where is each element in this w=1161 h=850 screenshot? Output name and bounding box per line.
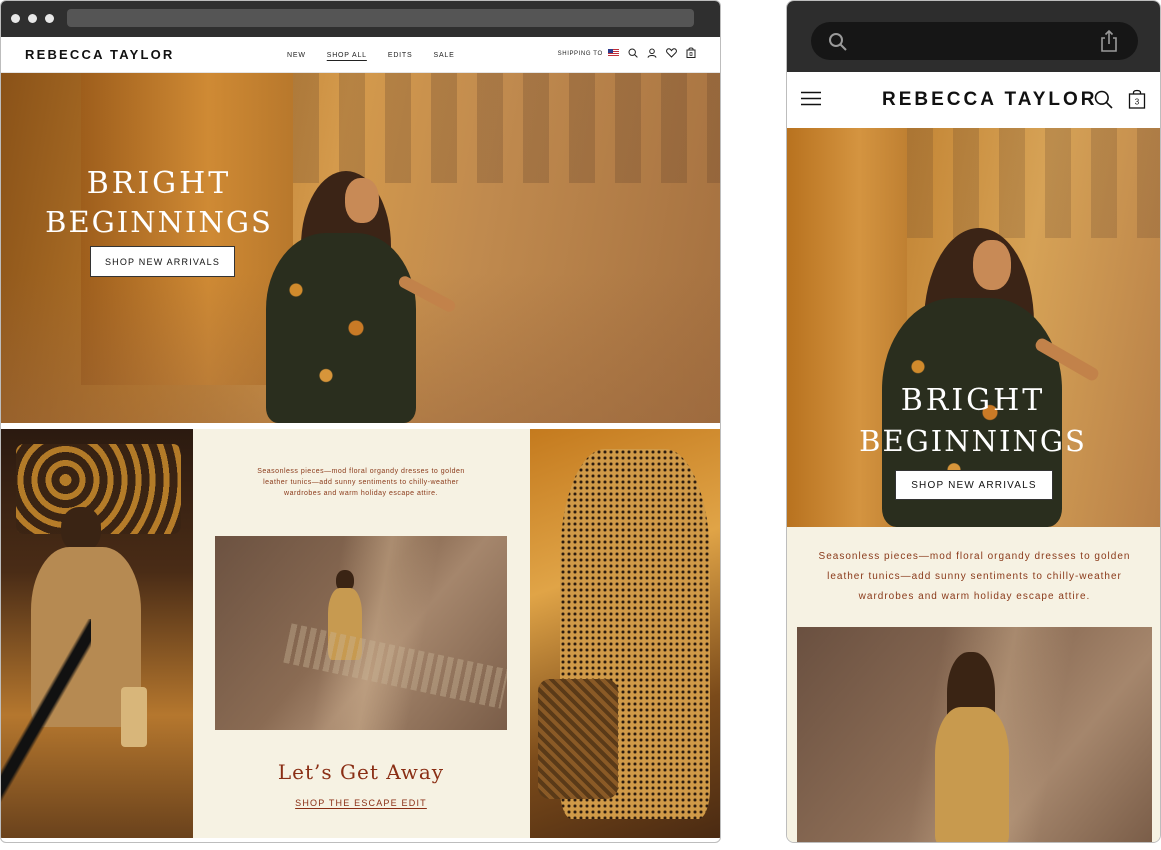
model-dress-image [935, 707, 1009, 842]
hero-title-line1: BRIGHT [86, 166, 232, 201]
cart-bag-icon[interactable]: 3 [1128, 89, 1146, 114]
hero-banner: BRIGHT BEGINNINGS SHOP NEW ARRIVALS [1, 73, 720, 423]
escape-edit-section: Seasonless pieces—mod floral organdy dre… [1, 429, 720, 838]
window-minimize-dot[interactable] [28, 14, 37, 23]
shop-new-arrivals-button[interactable]: SHOP NEW ARRIVALS [895, 470, 1053, 500]
hero-title: BRIGHT BEGINNINGS [31, 165, 287, 241]
window-maximize-dot[interactable] [45, 14, 54, 23]
background-arches [293, 73, 720, 183]
header-utilities: SHIPPING TO [558, 47, 696, 58]
shipping-selector[interactable]: SHIPPING TO [557, 48, 619, 57]
cart-count-badge: 3 [1135, 98, 1140, 107]
feature-title: Let’s Get Away [277, 760, 445, 784]
mobile-feature-section: Seasonless pieces—mod floral organdy dre… [787, 527, 1160, 842]
feature-description: Seasonless pieces—mod floral organdy dre… [818, 551, 1131, 602]
hero-title-line2: BEGINNINGS [45, 205, 273, 239]
nav-item-edits[interactable]: EDITS [388, 52, 413, 59]
mobile-address-bar[interactable] [811, 22, 1138, 60]
model-head-image [61, 507, 101, 552]
desktop-browser-mockup: REBECCA TAYLOR NEW SHOP ALL EDITS SALE S… [0, 0, 721, 843]
browser-chrome [1, 1, 720, 37]
share-icon[interactable] [1100, 29, 1118, 58]
shop-new-arrivals-button[interactable]: SHOP NEW ARRIVALS [90, 246, 235, 277]
stair-railing-image [1, 619, 91, 838]
window-close-dot[interactable] [11, 14, 20, 23]
dress-closeup-image[interactable] [530, 429, 720, 838]
walking-model-image[interactable] [215, 536, 507, 730]
account-icon[interactable] [647, 48, 657, 58]
mobile-site-header: REBECCA TAYLOR 3 [787, 72, 1160, 128]
mobile-hero-banner: BRIGHT BEGINNINGS SHOP NEW ARRIVALS [787, 128, 1160, 527]
mobile-browser-mockup: REBECCA TAYLOR 3 BRIGHT BEGINNINGS SHOP … [786, 0, 1161, 843]
woven-basket-image [538, 679, 618, 799]
nav-item-sale[interactable]: SALE [433, 52, 454, 59]
mobile-browser-chrome [787, 1, 1160, 72]
hero-title: BRIGHT BEGINNINGS [845, 381, 1101, 461]
model-floral-dress-image [266, 233, 416, 423]
model-face-image [973, 240, 1011, 290]
background-arches [907, 128, 1160, 238]
search-icon[interactable] [628, 47, 638, 58]
hero-title-line2: BEGINNINGS [859, 424, 1087, 458]
walking-model-image[interactable] [797, 627, 1152, 842]
hero-title-line1: BRIGHT [900, 383, 1046, 418]
nav-item-shop-all[interactable]: SHOP ALL [327, 52, 367, 59]
address-bar[interactable] [67, 9, 694, 27]
hamburger-menu-icon[interactable] [801, 91, 821, 111]
model-face-image [345, 178, 379, 223]
main-nav: NEW SHOP ALL EDITS SALE [287, 52, 455, 59]
shipping-label: SHIPPING TO [557, 50, 603, 57]
feature-description: Seasonless pieces—mod floral organdy dre… [257, 468, 465, 497]
nav-item-new[interactable]: NEW [287, 52, 306, 59]
shop-escape-edit-link[interactable]: SHOP THE ESCAPE EDIT [215, 798, 507, 808]
woven-basket-image [121, 687, 147, 747]
search-icon[interactable] [1094, 90, 1113, 114]
search-icon[interactable] [828, 32, 848, 57]
cart-bag-icon[interactable] [686, 47, 696, 58]
staircase-model-image[interactable] [1, 429, 193, 838]
wishlist-heart-icon[interactable] [666, 47, 677, 58]
site-header: REBECCA TAYLOR NEW SHOP ALL EDITS SALE S… [1, 37, 720, 73]
flag-icon [608, 48, 619, 56]
brand-logo[interactable]: REBECCA TAYLOR [882, 89, 1097, 111]
brand-logo[interactable]: REBECCA TAYLOR [25, 47, 175, 62]
